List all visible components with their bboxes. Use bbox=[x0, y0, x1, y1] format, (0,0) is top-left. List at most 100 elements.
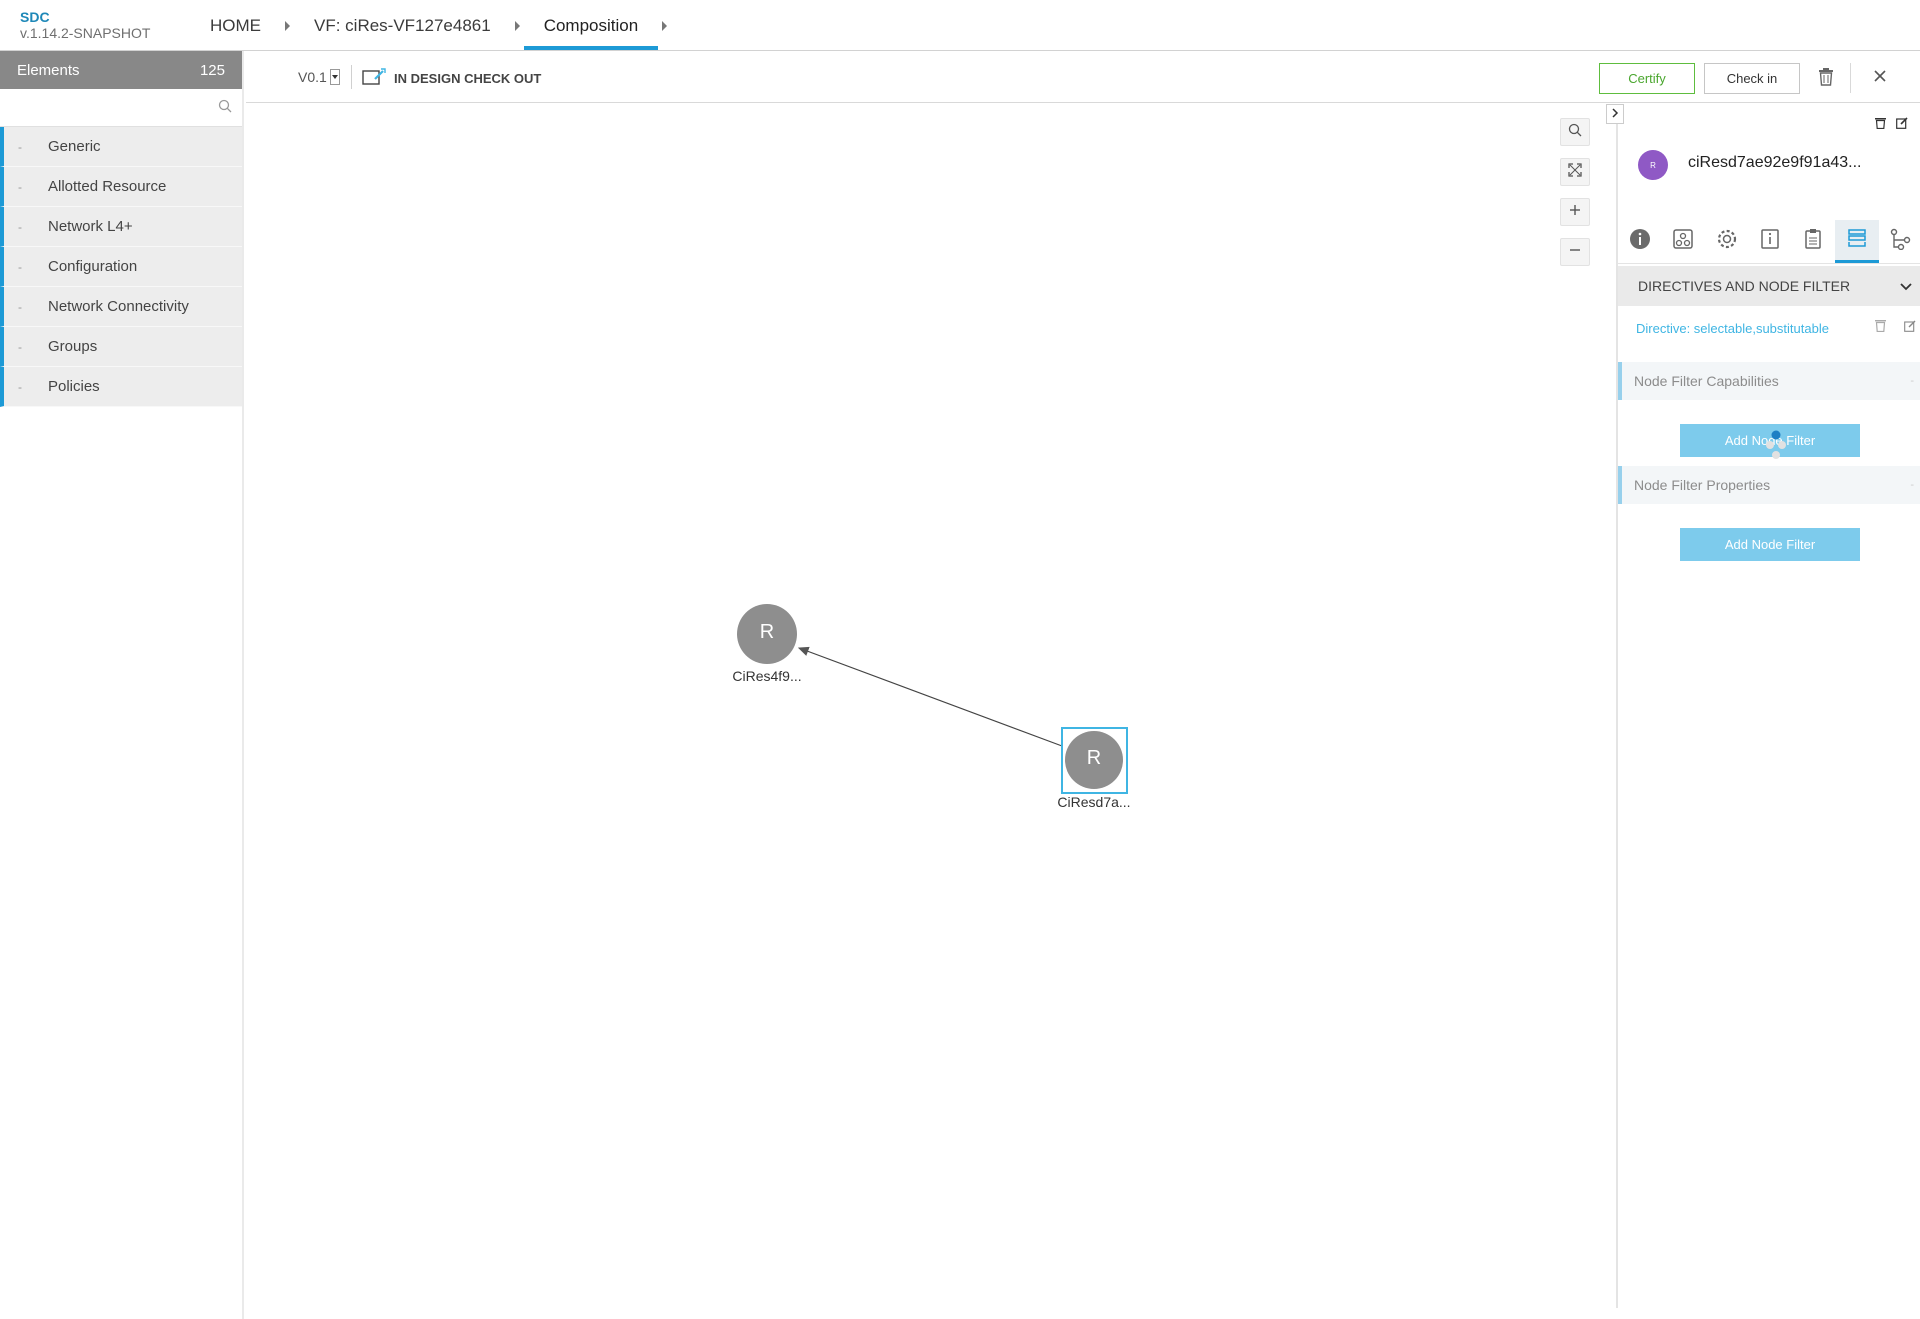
directives-section-header[interactable]: DIRECTIVES AND NODE FILTER bbox=[1618, 266, 1920, 306]
collapse-dash-icon[interactable]: - bbox=[1910, 375, 1914, 387]
close-icon[interactable] bbox=[1873, 69, 1887, 88]
palette-title: Elements bbox=[17, 61, 80, 79]
tab-composition[interactable] bbox=[1879, 220, 1920, 263]
composition-toolbar: V0.1 IN DESIGN CHECK OUT Certify Check i… bbox=[246, 51, 1920, 103]
info-box-icon bbox=[1759, 228, 1781, 255]
collapse-dash-icon: - bbox=[18, 219, 22, 234]
zoom-out-button[interactable] bbox=[1560, 238, 1590, 266]
avatar: R bbox=[1638, 150, 1668, 180]
collapse-panel-button[interactable] bbox=[1606, 104, 1624, 124]
fit-to-screen-button[interactable] bbox=[1560, 158, 1590, 186]
checkin-button[interactable]: Check in bbox=[1704, 63, 1800, 94]
trash-icon[interactable] bbox=[1875, 116, 1886, 134]
category-generic[interactable]: - Generic bbox=[0, 127, 242, 167]
clipboard-icon bbox=[1802, 228, 1824, 255]
gear-icon bbox=[1716, 228, 1738, 255]
directive-text: Directive: selectable,substitutable bbox=[1636, 320, 1829, 336]
category-policies[interactable]: - Policies bbox=[0, 367, 242, 407]
tab-general-info[interactable] bbox=[1618, 220, 1661, 263]
category-label: Configuration bbox=[48, 258, 138, 275]
category-label: Groups bbox=[48, 338, 98, 355]
breadcrumb-arrow-icon[interactable] bbox=[514, 20, 520, 31]
tab-deployment-artifacts[interactable] bbox=[1661, 220, 1704, 263]
info-filled-icon bbox=[1629, 228, 1651, 255]
search-icon bbox=[1568, 123, 1582, 142]
canvas-search-button[interactable] bbox=[1560, 118, 1590, 146]
loading-spinner-icon bbox=[1764, 430, 1788, 465]
add-properties-filter-button[interactable]: Add Node Filter bbox=[1680, 528, 1860, 561]
category-label: Allotted Resource bbox=[48, 178, 167, 195]
category-label: Generic bbox=[48, 138, 101, 155]
category-network-l4[interactable]: - Network L4+ bbox=[0, 207, 242, 247]
elements-palette: Elements 125 - Generic - Allotted Resource… bbox=[0, 51, 244, 1319]
tab-directives-node-filter[interactable] bbox=[1835, 220, 1879, 263]
palette-search bbox=[0, 89, 242, 127]
tab-information-artifacts[interactable] bbox=[1748, 220, 1791, 263]
collapse-dash-icon: - bbox=[18, 139, 22, 154]
checkout-icon bbox=[362, 68, 386, 89]
node-label: CiResd7a... bbox=[1057, 794, 1131, 810]
relation-edge[interactable] bbox=[797, 646, 1063, 747]
breadcrumb-vf[interactable]: VF: ciRes-VF127e4861 bbox=[314, 0, 491, 51]
category-configuration[interactable]: - Configuration bbox=[0, 247, 242, 287]
collapse-dash-icon: - bbox=[18, 299, 22, 314]
section-title: DIRECTIVES AND NODE FILTER bbox=[1638, 278, 1851, 294]
category-groups[interactable]: - Groups bbox=[0, 327, 242, 367]
plus-icon bbox=[1569, 203, 1581, 221]
node-filter-capabilities-header[interactable]: Node Filter Capabilities - bbox=[1618, 362, 1920, 400]
trash-icon[interactable] bbox=[1875, 319, 1886, 337]
edit-icon[interactable] bbox=[1904, 319, 1916, 337]
toolbar-divider bbox=[1850, 63, 1851, 93]
panel-tabs bbox=[1618, 220, 1920, 264]
palette-search-input[interactable] bbox=[0, 89, 210, 125]
collapse-dash-icon: - bbox=[18, 339, 22, 354]
tab-api[interactable] bbox=[1792, 220, 1835, 263]
category-allotted-resource[interactable]: - Allotted Resource bbox=[0, 167, 242, 207]
collapse-dash-icon: - bbox=[18, 179, 22, 194]
brand[interactable]: SDC v.1.14.2-SNAPSHOT bbox=[20, 9, 150, 41]
chevron-down-icon[interactable] bbox=[329, 69, 340, 85]
artifacts-icon bbox=[1672, 228, 1694, 255]
breadcrumb-home[interactable]: HOME bbox=[210, 0, 261, 51]
collapse-dash-icon: - bbox=[18, 259, 22, 274]
node-letter: R bbox=[1086, 747, 1102, 769]
canvas-graph bbox=[737, 604, 1128, 794]
tray-icon bbox=[1846, 227, 1868, 254]
version-value: V0.1 bbox=[298, 69, 327, 85]
toolbar-divider bbox=[351, 65, 352, 89]
edit-icon[interactable] bbox=[1896, 116, 1908, 134]
composition-canvas[interactable]: R CiRes4f9... R CiResd7a... bbox=[246, 104, 1616, 1308]
category-label: Policies bbox=[48, 378, 100, 395]
chevron-right-icon bbox=[1611, 105, 1619, 123]
lifecycle-status: IN DESIGN CHECK OUT bbox=[362, 68, 541, 89]
certify-button[interactable]: Certify bbox=[1599, 63, 1695, 94]
category-label: Network L4+ bbox=[48, 218, 133, 235]
instance-title: ciResd7ae92e9f91a43... bbox=[1688, 154, 1862, 171]
panel-actions bbox=[1875, 116, 1908, 134]
directive-row: Directive: selectable,substitutable bbox=[1636, 319, 1916, 337]
search-icon[interactable] bbox=[218, 99, 232, 118]
breadcrumb-arrow-icon[interactable] bbox=[662, 20, 668, 31]
node-filter-properties-header[interactable]: Node Filter Properties - bbox=[1618, 466, 1920, 504]
category-network-connectivity[interactable]: - Network Connectivity bbox=[0, 287, 242, 327]
status-text: IN DESIGN CHECK OUT bbox=[394, 71, 542, 86]
details-panel: R ciResd7ae92e9f91a43... DIRECTIVES AND … bbox=[1606, 104, 1920, 1308]
minus-icon bbox=[1569, 243, 1581, 261]
chevron-down-icon[interactable] bbox=[1900, 278, 1912, 294]
subsection-title: Node Filter Capabilities bbox=[1634, 373, 1779, 389]
trash-icon[interactable] bbox=[1818, 68, 1834, 91]
breadcrumb-arrow-icon[interactable] bbox=[285, 20, 290, 31]
palette-header: Elements 125 bbox=[0, 51, 242, 89]
collapse-dash-icon: - bbox=[18, 379, 22, 394]
brand-name[interactable]: SDC bbox=[20, 9, 150, 25]
app-version: v.1.14.2-SNAPSHOT bbox=[20, 25, 151, 41]
category-label: Network Connectivity bbox=[48, 298, 189, 315]
zoom-in-button[interactable] bbox=[1560, 198, 1590, 226]
tab-properties[interactable] bbox=[1705, 220, 1748, 263]
collapse-dash-icon[interactable]: - bbox=[1910, 479, 1914, 491]
node-letter: R bbox=[759, 621, 775, 643]
hierarchy-icon bbox=[1889, 228, 1911, 255]
breadcrumb-composition[interactable]: Composition bbox=[523, 0, 658, 51]
version-select[interactable]: V0.1 bbox=[298, 69, 340, 85]
top-nav: SDC v.1.14.2-SNAPSHOT HOME VF: ciRes-VF1… bbox=[0, 0, 1920, 51]
